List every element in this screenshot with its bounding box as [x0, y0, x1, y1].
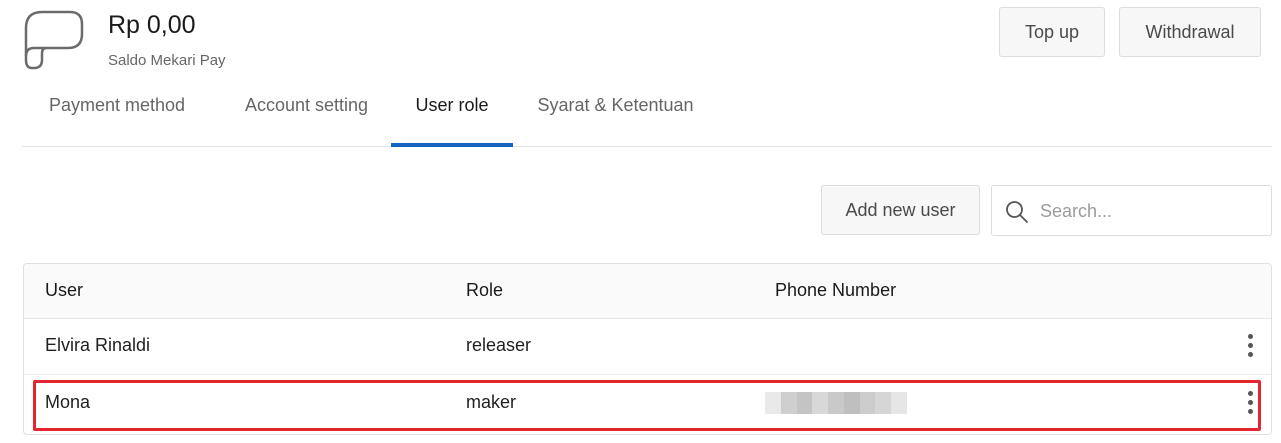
top-up-button[interactable]: Top up: [999, 7, 1105, 57]
column-header-phone-number: Phone Number: [775, 280, 897, 300]
balance-amount: Rp 0,00: [108, 11, 196, 39]
column-header-role: Role: [466, 280, 504, 300]
withdrawal-button[interactable]: Withdrawal: [1119, 7, 1261, 57]
tab-syarat-ketentuan[interactable]: Syarat & Ketentuan: [513, 84, 718, 146]
user-name-cell: Mona: [45, 392, 91, 412]
settings-tabs: Payment method Account setting User role…: [22, 84, 1272, 147]
role-cell: releaser: [466, 335, 532, 355]
tab-payment-method[interactable]: Payment method: [22, 84, 212, 146]
tab-user-role[interactable]: User role: [391, 84, 513, 147]
user-name-cell: Elvira Rinaldi: [45, 335, 151, 355]
column-header-user: User: [45, 280, 84, 300]
table-header: User Role Phone Number: [24, 264, 1271, 319]
add-new-user-button[interactable]: Add new user: [821, 185, 980, 235]
search-box: [991, 185, 1272, 236]
row-actions-kebab-icon[interactable]: [1245, 391, 1255, 419]
phone-number-redacted: [765, 392, 908, 414]
role-cell: maker: [466, 392, 517, 412]
search-icon: [1006, 201, 1028, 223]
user-role-page: Rp 0,00 Saldo Mekari Pay Top up Withdraw…: [0, 0, 1281, 443]
tab-account-setting[interactable]: Account setting: [212, 84, 401, 146]
table-row: Elvira Rinaldi releaser: [24, 319, 1271, 375]
table-row: Mona maker: [24, 376, 1271, 432]
user-table: User Role Phone Number Elvira Rinaldi re…: [23, 263, 1272, 435]
mekari-pay-logo-icon: [24, 10, 84, 70]
balance-label: Saldo Mekari Pay: [108, 52, 226, 69]
row-actions-kebab-icon[interactable]: [1245, 334, 1255, 362]
search-input[interactable]: [1040, 196, 1260, 226]
